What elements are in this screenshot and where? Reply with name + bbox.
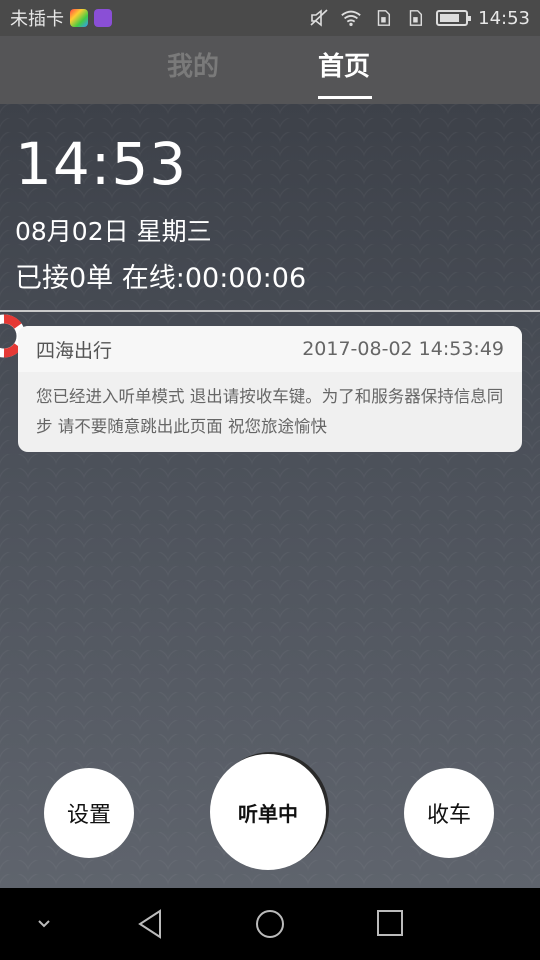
sim-icon [377,10,391,26]
status-bar: 未插卡 14:53 [0,0,540,36]
purple-app-icon [94,9,112,27]
message-card: 四海出行 2017-08-02 14:53:49 您已经进入听单模式 退出请按收… [18,326,522,452]
clock: 14:53 [15,130,188,198]
message-sender: 四海出行 [36,339,113,362]
home-icon[interactable] [254,908,286,940]
sim-icon [409,10,423,26]
tab-mine[interactable]: 我的 [167,46,219,83]
message-header: 四海出行 2017-08-02 14:53:49 [18,326,522,372]
home-panel: 14:53 08月02日 星期三 已接0单 在线:00:00:06 四海出行 2… [0,104,540,888]
carrier-text: 未插卡 [10,9,64,30]
tab-home[interactable]: 首页 [318,46,370,83]
message-timestamp: 2017-08-02 14:53:49 [302,338,504,360]
status-time: 14:53 [478,7,530,29]
divider [0,310,540,312]
mute-icon [310,9,328,27]
date-label: 08月02日 星期三 [15,217,212,246]
photo-app-icon [70,9,88,27]
wifi-icon [341,10,361,27]
message-body: 您已经进入听单模式 退出请按收车键。为了和服务器保持信息同步 请不要随意跳出此页… [36,387,504,436]
settings-button[interactable]: 设置 [44,768,134,858]
order-status: 已接0单 在线:00:00:06 [15,263,307,294]
battery-icon [436,10,472,26]
park-button[interactable]: 收车 [404,768,494,858]
chevron-down-icon[interactable] [34,914,54,934]
active-tab-indicator [318,96,372,99]
listening-button[interactable]: 听单中 [210,754,326,870]
back-icon[interactable] [136,908,166,940]
navigation-bar [0,888,540,960]
top-tab-bar: 我的 首页 [0,36,540,104]
recents-icon[interactable] [375,908,405,938]
